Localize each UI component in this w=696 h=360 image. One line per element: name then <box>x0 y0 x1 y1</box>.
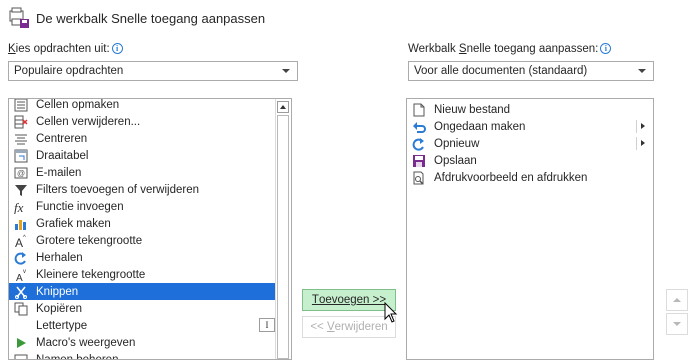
info-icon: i <box>600 43 612 54</box>
customize-scope-dropdown[interactable]: Voor alle documenten (standaard) <box>408 61 654 81</box>
print-preview-icon <box>411 171 427 185</box>
info-icon: i <box>111 43 123 54</box>
command-item[interactable]: Namen beheren <box>9 351 277 360</box>
save-icon <box>411 154 427 168</box>
scroll-up-button[interactable] <box>277 101 289 113</box>
command-item-label: Kleinere tekengrootte <box>36 268 146 281</box>
move-down-button[interactable] <box>666 313 688 335</box>
toolbar-command-item-label: Opslaan <box>434 154 477 167</box>
command-item-label: Cellen verwijderen... <box>36 115 141 128</box>
redo-icon <box>13 251 29 265</box>
dialog-title-row: De werkbalk Snelle toegang aanpassen <box>8 4 265 32</box>
command-item[interactable]: Macro's weergeven <box>9 334 277 351</box>
command-item-label: Functie invoegen <box>36 200 124 213</box>
command-item-label: Knippen <box>36 285 79 298</box>
toolbar-command-item[interactable]: Nieuw bestand <box>407 101 649 118</box>
cut-icon <box>13 285 29 299</box>
command-item[interactable]: Lettertype I <box>9 317 277 334</box>
customize-scope-value: Voor alle documenten (standaard) <box>414 65 588 77</box>
svg-text:A: A <box>15 236 23 248</box>
svg-text:v: v <box>23 269 26 275</box>
command-item-label: Kopiëren <box>36 302 83 315</box>
function-icon: fx <box>13 200 29 214</box>
toolbar-command-item-label: Nieuw bestand <box>434 103 511 116</box>
submenu-arrow-icon[interactable] <box>636 137 649 150</box>
toolbar-command-item-label: Opnieuw <box>434 137 480 150</box>
toolbar-commands-list[interactable]: Nieuw bestand Ongedaan maken Opnieuw Opslaa… <box>406 98 654 360</box>
pivot-table-icon <box>13 149 29 163</box>
command-item[interactable]: Cellen opmaken <box>9 98 277 113</box>
commands-list[interactable]: Cellen opmaken Cellen verwijderen... Centr… <box>8 98 292 360</box>
toolbar-command-item[interactable]: Opslaan <box>407 152 649 169</box>
command-item[interactable]: fx Functie invoegen <box>9 198 277 215</box>
commands-scrollbar[interactable] <box>275 99 291 359</box>
command-item-label: Herhalen <box>36 251 83 264</box>
command-item-label: Cellen opmaken <box>36 98 120 111</box>
svg-text:fx: fx <box>14 200 24 214</box>
quick-access-toolbar-icon <box>9 7 29 28</box>
customize-toolbar-label: Werkbalk Snelle toegang aanpassen: i <box>408 43 612 55</box>
dialog-title: De werkbalk Snelle toegang aanpassen <box>36 10 266 26</box>
svg-text:@: @ <box>17 169 25 178</box>
undo-icon <box>411 120 427 134</box>
command-item-label: Namen beheren <box>36 353 119 360</box>
remove-button[interactable]: << Verwijderen <box>302 316 396 338</box>
command-item-label: Macro's weergeven <box>36 336 136 349</box>
choose-commands-label: Kies opdrachten uit: i <box>8 43 123 55</box>
command-item[interactable]: Draaitabel <box>9 147 277 164</box>
command-item[interactable]: Centreren <box>9 130 277 147</box>
command-item-label: Grotere tekengrootte <box>36 234 143 247</box>
mouse-cursor-icon <box>384 302 398 323</box>
command-item[interactable]: @ E-mailen <box>9 164 277 181</box>
chevron-down-icon <box>282 69 290 73</box>
email-icon: @ <box>13 166 29 180</box>
choose-commands-dropdown[interactable]: Populaire opdrachten <box>8 61 298 81</box>
command-item[interactable]: Grafiek maken <box>9 215 277 232</box>
filter-icon <box>13 183 29 197</box>
command-item-label: E-mailen <box>36 166 82 179</box>
command-item-label: Filters toevoegen of verwijderen <box>36 183 199 196</box>
name-manager-icon <box>13 353 29 359</box>
command-item[interactable]: A ^ Grotere tekengrootte <box>9 232 277 249</box>
empty-icon <box>13 319 29 333</box>
font-grow-icon: A ^ <box>13 234 29 248</box>
format-cells-icon <box>13 99 29 112</box>
font-shrink-icon: Av <box>13 268 29 282</box>
choose-commands-value: Populaire opdrachten <box>14 65 124 77</box>
svg-text:A: A <box>16 273 23 282</box>
command-item[interactable]: Filters toevoegen of verwijderen <box>9 181 277 198</box>
copy-icon <box>13 302 29 316</box>
new-file-icon <box>411 103 427 117</box>
scroll-thumb[interactable] <box>277 115 289 359</box>
command-item[interactable]: Cellen verwijderen... <box>9 113 277 130</box>
svg-text:^: ^ <box>23 235 26 241</box>
toolbar-command-item[interactable]: Opnieuw <box>407 135 649 152</box>
command-item-label: Grafiek maken <box>36 217 111 230</box>
macro-play-icon <box>13 336 29 350</box>
command-item[interactable]: Knippen <box>9 283 277 300</box>
submenu-arrow-icon[interactable] <box>636 120 649 133</box>
redo-icon <box>411 137 427 151</box>
toolbar-command-item[interactable]: Ongedaan maken <box>407 118 649 135</box>
toolbar-command-item-label: Afdrukvoorbeeld en afdrukken <box>434 171 588 184</box>
chevron-down-icon <box>638 69 646 73</box>
command-item[interactable]: Kopiëren <box>9 300 277 317</box>
command-item[interactable]: Herhalen <box>9 249 277 266</box>
delete-cells-icon <box>13 115 29 129</box>
add-button[interactable]: Toevoegen >> <box>302 289 396 311</box>
font-picker-button[interactable]: I <box>259 318 275 332</box>
command-item-label: Draaitabel <box>36 149 89 162</box>
center-align-icon <box>13 132 29 146</box>
command-item-label: Centreren <box>36 132 88 145</box>
command-item-label: Lettertype <box>36 319 88 332</box>
move-up-button[interactable] <box>666 289 688 311</box>
toolbar-command-item-label: Ongedaan maken <box>434 120 526 133</box>
toolbar-command-item[interactable]: Afdrukvoorbeeld en afdrukken <box>407 169 649 186</box>
chart-icon <box>13 217 29 231</box>
command-item[interactable]: Av Kleinere tekengrootte <box>9 266 277 283</box>
